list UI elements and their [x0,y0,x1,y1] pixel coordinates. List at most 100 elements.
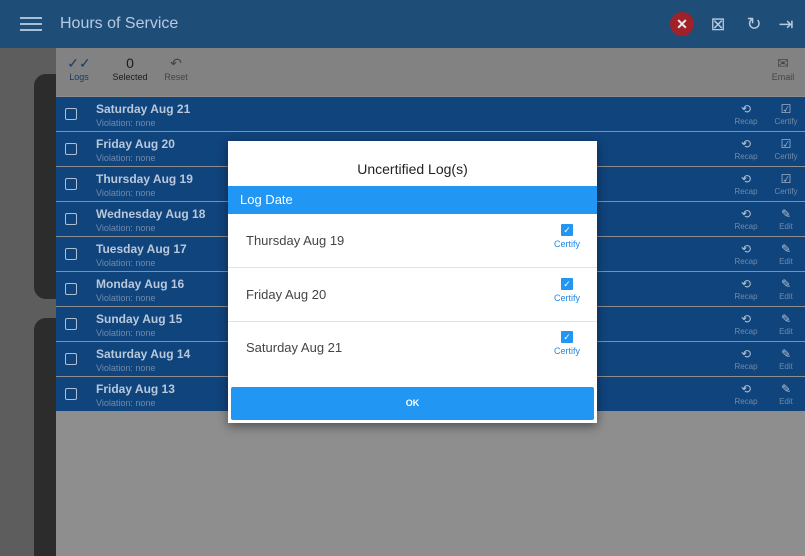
history-icon: ⟲ [740,137,752,151]
violation-text: Violation: none [96,118,156,128]
row-checkbox[interactable] [65,108,77,120]
row-checkbox[interactable] [65,353,77,365]
dialog-log-row: Saturday Aug 21 ✓ Certify [228,321,597,374]
log-day: Sunday Aug 15 [96,312,183,326]
logs-label: Logs [69,72,89,82]
recap-button[interactable]: ⟲ Recap [729,347,763,371]
certify-button[interactable]: ✓ Certify [551,331,583,356]
edit-button[interactable]: ✎ Edit [769,382,803,406]
recap-button[interactable]: ⟲ Recap [729,277,763,301]
action-label: Edit [779,257,793,266]
violation-text: Violation: none [96,153,156,163]
violation-text: Violation: none [96,258,156,268]
log-day: Saturday Aug 14 [96,347,191,361]
recap-button[interactable]: ⟲ Recap [729,242,763,266]
recap-label: Recap [734,187,758,196]
recap-button[interactable]: ⟲ Recap [729,312,763,336]
pencil-icon: ✎ [780,207,792,221]
undo-icon: ↶ [170,55,182,71]
recap-button[interactable]: ⟲ Recap [729,382,763,406]
violation-text: Violation: none [96,328,156,338]
action-label: Edit [779,292,793,301]
violation-text: Violation: none [96,293,156,303]
log-date: Friday Aug 20 [246,287,327,302]
violation-text: Violation: none [96,188,156,198]
close-circle-icon[interactable]: ✕ [670,12,694,36]
action-label: Edit [779,222,793,231]
selected-indicator: 0 Selected [108,54,152,82]
certify-check-icon: ☑ [780,172,792,186]
logout-icon[interactable]: ⇥ [774,12,798,36]
history-icon: ⟲ [740,172,752,186]
row-checkbox[interactable] [65,178,77,190]
certify-button[interactable]: ✓ Certify [551,278,583,303]
certify-button[interactable]: ✓ Certify [551,224,583,249]
certify-button[interactable]: ☑ Certify [769,172,803,196]
log-date-header: Log Date [240,192,293,207]
violation-text: Violation: none [96,398,156,408]
row-checkbox[interactable] [65,143,77,155]
menu-icon[interactable] [20,13,42,35]
action-label: Certify [774,117,798,126]
pencil-icon: ✎ [780,242,792,256]
log-date: Saturday Aug 21 [246,340,343,355]
row-checkbox[interactable] [65,248,77,260]
recap-label: Recap [734,327,758,336]
page-title: Hours of Service [60,15,179,32]
pencil-icon: ✎ [780,312,792,326]
edit-button[interactable]: ✎ Edit [769,347,803,371]
log-day: Monday Aug 16 [96,277,185,291]
certify-label: Certify [553,239,580,249]
edit-button[interactable]: ✎ Edit [769,242,803,266]
history-icon: ⟲ [740,347,752,361]
action-label: Edit [779,362,793,371]
recap-button[interactable]: ⟲ Recap [729,102,763,126]
refresh-icon[interactable]: ↻ [742,12,766,36]
history-icon: ⟲ [740,102,752,116]
recap-button[interactable]: ⟲ Recap [729,137,763,161]
dialog-log-row: Thursday Aug 19 ✓ Certify [228,214,597,268]
email-icon: ✉ [777,55,789,71]
row-checkbox[interactable] [65,318,77,330]
logs-button[interactable]: ✓✓ Logs [66,54,92,82]
log-day: Friday Aug 20 [96,137,175,151]
email-button[interactable]: ✉ Email [768,54,798,82]
recap-button[interactable]: ⟲ Recap [729,172,763,196]
history-icon: ⟲ [740,207,752,221]
row-checkbox[interactable] [65,213,77,225]
ok-button[interactable]: OK [231,387,594,420]
edit-button[interactable]: ✎ Edit [769,277,803,301]
row-checkbox[interactable] [65,283,77,295]
certify-button[interactable]: ☑ Certify [769,137,803,161]
certify-check-icon: ☑ [780,102,792,116]
edit-button[interactable]: ✎ Edit [769,207,803,231]
log-day: Saturday Aug 21 [96,102,191,116]
list-item[interactable]: Saturday Aug 21 Violation: none ⟲ Recap ☑… [56,97,805,131]
violation-text: Violation: none [96,363,156,373]
row-checkbox[interactable] [65,388,77,400]
log-day: Friday Aug 13 [96,382,175,396]
history-icon: ⟲ [740,277,752,291]
recap-button[interactable]: ⟲ Recap [729,207,763,231]
certify-button[interactable]: ☑ Certify [769,102,803,126]
certify-check-icon: ✓ [561,224,573,236]
recap-label: Recap [734,117,758,126]
action-label: Certify [774,187,798,196]
certify-label: Certify [553,346,580,356]
unassigned-driving-icon[interactable]: ⊠ [706,12,730,36]
uncertified-logs-dialog: Uncertified Log(s) Log Date Thursday Aug… [228,141,597,423]
recap-label: Recap [734,152,758,161]
reset-button[interactable]: ↶ Reset [160,54,192,82]
edit-button[interactable]: ✎ Edit [769,312,803,336]
reset-label: Reset [164,72,188,82]
log-toolbar: ✓✓ Logs 0 Selected ↶ Reset ✉ Email [56,48,805,96]
recap-label: Recap [734,257,758,266]
log-day: Tuesday Aug 17 [96,242,187,256]
dialog-log-row: Friday Aug 20 ✓ Certify [228,268,597,322]
log-day: Wednesday Aug 18 [96,207,206,221]
dialog-column-header: Log Date [228,186,597,214]
recap-label: Recap [734,397,758,406]
violation-text: Violation: none [96,223,156,233]
certify-check-icon: ✓ [561,331,573,343]
recap-label: Recap [734,292,758,301]
